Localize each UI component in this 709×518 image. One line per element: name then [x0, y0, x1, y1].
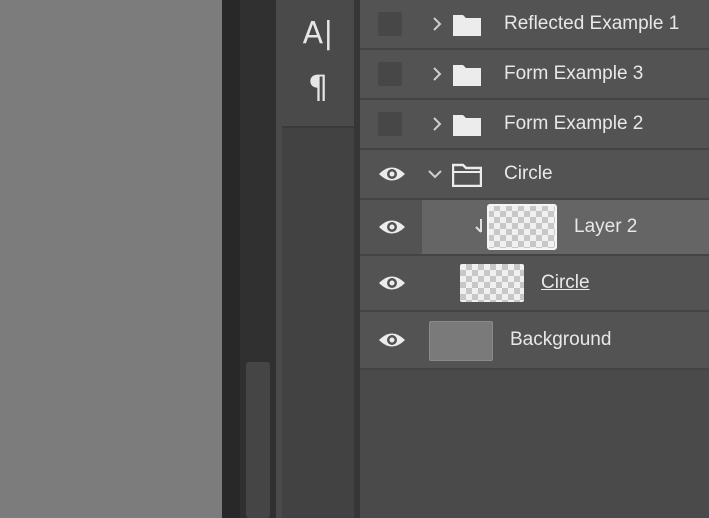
layer-row-background[interactable]: Background	[360, 312, 709, 370]
visibility-off-box	[378, 112, 402, 136]
layer-name: Background	[510, 329, 612, 350]
chevron-right-icon[interactable]	[430, 15, 444, 33]
document-canvas[interactable]	[0, 0, 222, 518]
layer-name: Form Example 2	[504, 113, 644, 134]
layer-thumbnail[interactable]	[487, 204, 557, 250]
layer-row-layer-2[interactable]: Layer 2	[360, 200, 709, 256]
eye-icon	[379, 220, 405, 234]
panel-divider	[222, 0, 240, 518]
scrollbar-thumb[interactable]	[246, 362, 270, 518]
layer-name: Layer 2	[574, 216, 638, 237]
layers-panel: Reflected Example 1 Form Example 3 Form …	[360, 0, 709, 518]
layer-name: Circle	[541, 272, 590, 293]
visibility-off-box	[378, 12, 402, 36]
visibility-toggle[interactable]	[360, 100, 422, 148]
visibility-off-box	[378, 62, 402, 86]
folder-icon	[453, 115, 481, 136]
paragraph-panel-icon[interactable]: ¶	[282, 68, 354, 106]
layer-name: Form Example 3	[504, 63, 644, 84]
eye-icon	[379, 276, 405, 290]
character-panel-icon[interactable]: A|	[282, 16, 354, 51]
layer-name: Circle	[504, 163, 553, 184]
clipping-mask-arrow-icon	[475, 219, 482, 233]
layer-row-reflected-example-1[interactable]: Reflected Example 1	[360, 0, 709, 50]
visibility-toggle[interactable]	[360, 312, 422, 368]
visibility-toggle[interactable]	[360, 50, 422, 98]
eye-icon	[379, 333, 405, 347]
chevron-right-icon[interactable]	[430, 65, 444, 83]
chevron-down-icon[interactable]	[426, 165, 444, 183]
eye-icon	[379, 167, 405, 181]
layer-thumbnail[interactable]	[429, 321, 493, 361]
chevron-right-icon[interactable]	[430, 115, 444, 133]
folder-icon	[453, 15, 481, 36]
layer-row-circle-group[interactable]: Circle	[360, 150, 709, 200]
folder-icon	[453, 65, 481, 86]
visibility-toggle[interactable]	[360, 150, 422, 198]
visibility-toggle[interactable]	[360, 256, 422, 310]
layer-row-circle-shape[interactable]: Circle	[360, 256, 709, 312]
layer-row-form-example-2[interactable]: Form Example 2	[360, 100, 709, 150]
visibility-toggle[interactable]	[360, 200, 422, 254]
tools-group: A| ¶	[282, 0, 354, 128]
layer-row-form-example-3[interactable]: Form Example 3	[360, 50, 709, 100]
side-tools-panel: A| ¶	[282, 0, 354, 518]
folder-open-icon	[452, 163, 482, 187]
layer-thumbnail[interactable]	[460, 264, 524, 302]
visibility-toggle[interactable]	[360, 0, 422, 48]
layer-name: Reflected Example 1	[504, 13, 680, 34]
